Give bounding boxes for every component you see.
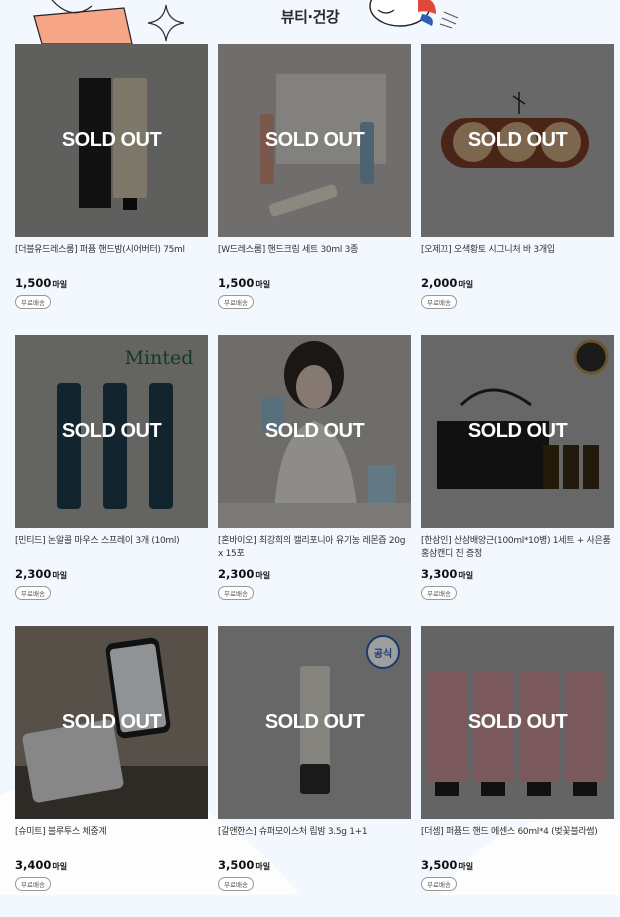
- product-name[interactable]: [더블유드레스룸] 퍼퓸 핸드밤(시어버터) 75ml: [15, 244, 208, 274]
- product-name[interactable]: [민티드] 논알콜 마우스 스프레이 3개 (10ml): [15, 535, 208, 565]
- product-image[interactable]: 공식 SOLD OUT: [218, 626, 411, 819]
- product-name[interactable]: [오제끄] 오색황토 시그니처 바 3개입: [421, 244, 614, 274]
- price-unit: 마일: [458, 862, 474, 871]
- price-value: 2,300: [15, 567, 52, 581]
- price-unit: 마일: [458, 280, 474, 289]
- sold-out-overlay: SOLD OUT: [421, 335, 614, 528]
- free-shipping-badge: 무료배송: [218, 586, 254, 600]
- sold-out-overlay: SOLD OUT: [15, 44, 208, 237]
- product-card[interactable]: SOLD OUT [더셈] 퍼퓸드 핸드 에센스 60ml*4 (벚꽃블라썸) …: [421, 626, 614, 917]
- product-image[interactable]: SOLD OUT: [421, 626, 614, 819]
- product-image[interactable]: SOLD OUT: [421, 335, 614, 528]
- sold-out-overlay: SOLD OUT: [218, 626, 411, 819]
- product-price: 3,500마일: [218, 858, 411, 872]
- price-value: 3,500: [421, 858, 458, 872]
- price-unit: 마일: [458, 571, 474, 580]
- price-value: 2,300: [218, 567, 255, 581]
- sold-out-label: SOLD OUT: [61, 711, 162, 733]
- product-card[interactable]: SOLD OUT [한삼인] 산삼배양근(100ml*10병) 1세트 + 사은…: [421, 335, 614, 626]
- free-shipping-badge: 무료배송: [218, 877, 254, 891]
- sold-out-overlay: SOLD OUT: [218, 335, 411, 528]
- product-card[interactable]: SOLD OUT [오제끄] 오색황토 시그니처 바 3개입 2,000마일 무…: [421, 44, 614, 335]
- free-shipping-badge: 무료배송: [15, 586, 51, 600]
- price-value: 1,500: [15, 276, 52, 290]
- product-image[interactable]: SOLD OUT: [15, 626, 208, 819]
- product-image[interactable]: Minted SOLD OUT: [15, 335, 208, 528]
- product-image[interactable]: SOLD OUT: [421, 44, 614, 237]
- sold-out-label: SOLD OUT: [467, 420, 568, 442]
- product-name[interactable]: [더셈] 퍼퓸드 핸드 에센스 60ml*4 (벚꽃블라썸): [421, 826, 614, 856]
- product-card[interactable]: SOLD OUT [슈미트] 블루투스 체중계 3,400마일 무료배송: [15, 626, 208, 917]
- price-unit: 마일: [255, 862, 271, 871]
- product-name[interactable]: [혼바이오] 최강희의 캘리포니아 유기농 레몬즙 20g x 15포: [218, 535, 411, 565]
- free-shipping-badge: 무료배송: [421, 295, 457, 309]
- product-card[interactable]: Minted SOLD OUT [민티드] 논알콜 마우스 스프레이 3개 (1…: [15, 335, 208, 626]
- product-name[interactable]: [한삼인] 산삼배양근(100ml*10병) 1세트 + 사은품 홍삼캔디 진 …: [421, 535, 614, 565]
- free-shipping-badge: 무료배송: [15, 295, 51, 309]
- free-shipping-badge: 무료배송: [218, 295, 254, 309]
- price-value: 3,400: [15, 858, 52, 872]
- free-shipping-badge: 무료배송: [421, 877, 457, 891]
- price-unit: 마일: [52, 571, 68, 580]
- sold-out-label: SOLD OUT: [264, 129, 365, 151]
- product-price: 2,000마일: [421, 276, 614, 290]
- sold-out-label: SOLD OUT: [264, 711, 365, 733]
- price-value: 3,300: [421, 567, 458, 581]
- product-price: 1,500마일: [218, 276, 411, 290]
- product-name[interactable]: [슈미트] 블루투스 체중계: [15, 826, 208, 856]
- product-image[interactable]: SOLD OUT: [218, 44, 411, 237]
- product-price: 3,400마일: [15, 858, 208, 872]
- product-card[interactable]: SOLD OUT [혼바이오] 최강희의 캘리포니아 유기농 레몬즙 20g x…: [218, 335, 411, 626]
- sold-out-overlay: SOLD OUT: [218, 44, 411, 237]
- free-shipping-badge: 무료배송: [15, 877, 51, 891]
- price-unit: 마일: [255, 571, 271, 580]
- page-title: 뷰티·건강: [280, 8, 340, 26]
- section-header: 뷰티·건강: [0, 0, 620, 44]
- sold-out-overlay: SOLD OUT: [15, 626, 208, 819]
- price-unit: 마일: [255, 280, 271, 289]
- sold-out-label: SOLD OUT: [61, 420, 162, 442]
- product-card[interactable]: SOLD OUT [W드레스룸] 핸드크림 세트 30ml 3종 1,500마일…: [218, 44, 411, 335]
- free-shipping-badge: 무료배송: [421, 586, 457, 600]
- price-value: 2,000: [421, 276, 458, 290]
- product-price: 1,500마일: [15, 276, 208, 290]
- product-price: 2,300마일: [15, 567, 208, 581]
- price-unit: 마일: [52, 862, 68, 871]
- product-card[interactable]: SOLD OUT [더블유드레스룸] 퍼퓸 핸드밤(시어버터) 75ml 1,5…: [15, 44, 208, 335]
- product-price: 3,300마일: [421, 567, 614, 581]
- product-grid: SOLD OUT [더블유드레스룸] 퍼퓸 핸드밤(시어버터) 75ml 1,5…: [15, 44, 614, 917]
- sold-out-overlay: SOLD OUT: [15, 335, 208, 528]
- product-image[interactable]: SOLD OUT: [218, 335, 411, 528]
- price-value: 3,500: [218, 858, 255, 872]
- sold-out-label: SOLD OUT: [264, 420, 365, 442]
- product-card[interactable]: 공식 SOLD OUT [갈앤한스] 슈퍼모이스처 립밤 3.5g 1+1 3,…: [218, 626, 411, 917]
- price-unit: 마일: [52, 280, 68, 289]
- sold-out-label: SOLD OUT: [467, 129, 568, 151]
- sold-out-label: SOLD OUT: [467, 711, 568, 733]
- product-name[interactable]: [W드레스룸] 핸드크림 세트 30ml 3종: [218, 244, 411, 274]
- product-price: 3,500마일: [421, 858, 614, 872]
- product-image[interactable]: SOLD OUT: [15, 44, 208, 237]
- sold-out-label: SOLD OUT: [61, 129, 162, 151]
- sold-out-overlay: SOLD OUT: [421, 44, 614, 237]
- product-price: 2,300마일: [218, 567, 411, 581]
- sold-out-overlay: SOLD OUT: [421, 626, 614, 819]
- product-name[interactable]: [갈앤한스] 슈퍼모이스처 립밤 3.5g 1+1: [218, 826, 411, 856]
- price-value: 1,500: [218, 276, 255, 290]
